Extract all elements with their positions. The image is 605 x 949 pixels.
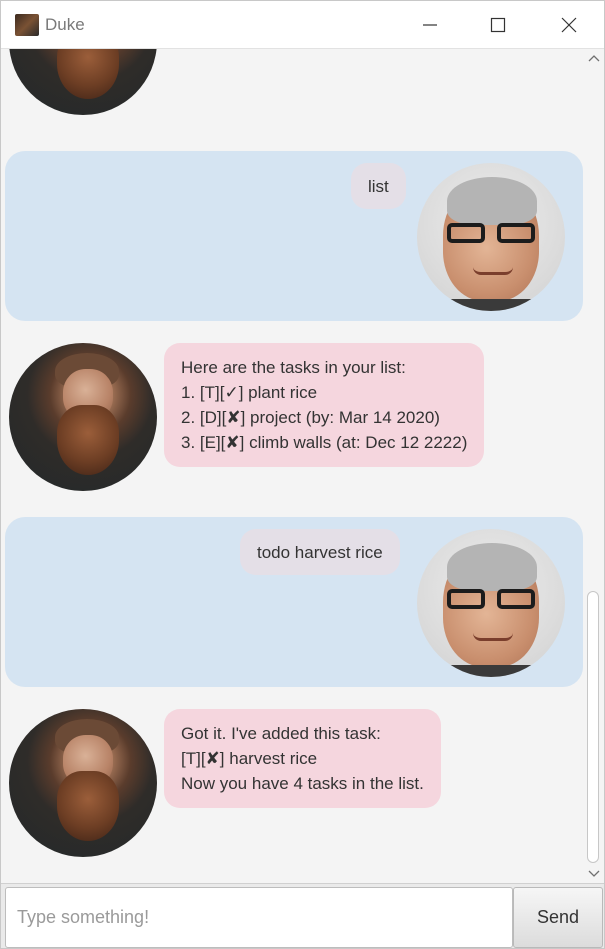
maximize-icon [490,17,506,33]
user-message-bubble: list [351,163,406,209]
message-text: todo harvest rice [257,542,383,562]
scroll-down-button[interactable] [586,867,601,881]
duke-avatar [9,49,157,115]
dialog-row-duke: Here are the tasks in your list: 1. [T][… [5,331,583,505]
duke-avatar [9,343,157,491]
app-window: Duke list Here are the tasks in your lis… [0,0,605,949]
message-line: Now you have 4 tasks in the list. [181,774,424,793]
message-input[interactable] [5,887,513,948]
message-line: Here are the tasks in your list: [181,358,406,377]
message-line: 2. [D][✘] project (by: Mar 14 2020) [181,408,440,427]
window-title: Duke [45,15,85,34]
close-icon [561,17,577,33]
message-line: [T][✘] harvest rice [181,749,318,768]
dialog-row-user: list [5,151,583,321]
user-message-bubble: todo harvest rice [240,529,400,575]
chevron-up-icon [588,55,599,62]
send-button[interactable]: Send [513,887,603,948]
minimize-icon [423,24,437,26]
duke-avatar-icon [15,14,39,36]
dialog-row-duke-partial [5,49,583,127]
duke-message-bubble: Got it. I've added this task: [T][✘] har… [164,709,441,808]
maximize-button[interactable] [466,1,530,49]
dialog-container[interactable]: list Here are the tasks in your list: 1.… [3,49,583,883]
user-avatar [417,163,565,311]
message-line: 1. [T][✓] plant rice [181,383,318,402]
vertical-scrollbar[interactable] [583,49,604,883]
message-line: 3. [E][✘] climb walls (at: Dec 12 2222) [181,433,468,452]
message-text: list [368,176,389,196]
close-button[interactable] [537,1,601,49]
chevron-down-icon [588,870,599,877]
user-avatar [417,529,565,677]
dialog-row-user: todo harvest rice [5,517,583,687]
title-bar: Duke [1,1,604,49]
message-line: Got it. I've added this task: [181,724,381,743]
scroll-up-button[interactable] [586,51,601,65]
duke-avatar [9,709,157,857]
input-bar: Send [1,883,604,948]
dialog-row-duke: Got it. I've added this task: [T][✘] har… [5,697,583,871]
minimize-button[interactable] [398,1,462,49]
duke-message-bubble: Here are the tasks in your list: 1. [T][… [164,343,485,467]
scrollbar-thumb[interactable] [587,591,599,863]
